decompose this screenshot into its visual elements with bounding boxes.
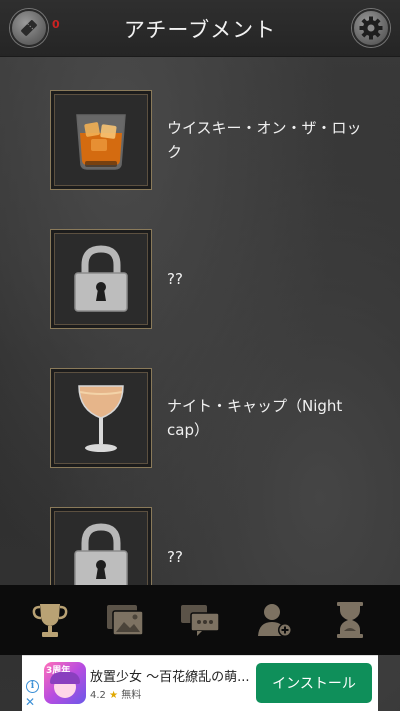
page-title: アチーブメント — [123, 18, 277, 42]
gallery-icon — [106, 605, 144, 636]
hourglass-icon — [337, 602, 364, 638]
ad-install-button[interactable]: インストール — [256, 663, 372, 703]
nav-gallery[interactable] — [101, 596, 149, 644]
nav-time[interactable] — [326, 596, 374, 644]
nav-profile[interactable] — [251, 596, 299, 644]
star-icon: ★ — [109, 690, 119, 701]
ad-title: 放置少女 〜百花繚乱の萌... — [90, 670, 250, 685]
ad-meta: 4.2 ★ 無料 — [90, 686, 141, 701]
ad-close-icon[interactable]: ✕ — [25, 696, 35, 708]
ad-price: 無料 — [121, 690, 142, 701]
padlock-icon — [74, 523, 128, 585]
achievement-item[interactable]: ?? — [50, 229, 370, 329]
ad-rating: 4.2 — [90, 690, 106, 701]
cocktail-glass-icon — [78, 385, 124, 452]
achievement-list[interactable]: ウイスキー・オン・ザ・ロック ?? ナイト・キャップ（Night cap） ?? — [0, 58, 400, 585]
achievement-thumbnail — [50, 368, 152, 468]
header-bar: 0 アチーブメント — [0, 0, 400, 57]
achievement-label: ウイスキー・オン・ザ・ロック — [167, 119, 362, 161]
nav-messages[interactable] — [176, 596, 224, 644]
ad-app-icon[interactable]: 3周年 — [44, 662, 86, 704]
settings-button[interactable] — [352, 9, 390, 47]
bottom-nav — [0, 585, 400, 655]
achievement-label: ?? — [167, 548, 183, 566]
achievement-label: ナイト・キャップ（Night cap） — [167, 397, 343, 439]
whiskey-on-the-rocks-icon — [76, 114, 126, 170]
achievement-item[interactable]: ナイト・キャップ（Night cap） — [50, 368, 370, 468]
trophy-icon — [32, 604, 67, 637]
ad-info-icon[interactable]: i — [26, 680, 39, 693]
nav-achievements[interactable] — [26, 596, 74, 644]
achievement-item[interactable]: ?? — [50, 507, 370, 585]
ad-banner[interactable]: i ✕ 3周年 放置少女 〜百花繚乱の萌... 4.2 ★ 無料 インストール — [22, 655, 378, 711]
padlock-icon — [74, 245, 128, 312]
messages-icon — [180, 605, 220, 636]
achievement-thumbnail — [50, 229, 152, 329]
gear-icon — [359, 16, 383, 40]
app-screen: 0 アチーブメント ウイスキー・オン・ザ・ロック ?? ナイト・キャップ（Nig… — [0, 0, 400, 711]
achievement-thumbnail — [50, 507, 152, 585]
achievement-thumbnail — [50, 90, 152, 190]
add-person-icon — [258, 604, 293, 637]
achievement-label: ?? — [167, 270, 183, 288]
achievement-item[interactable]: ウイスキー・オン・ザ・ロック — [50, 90, 370, 190]
